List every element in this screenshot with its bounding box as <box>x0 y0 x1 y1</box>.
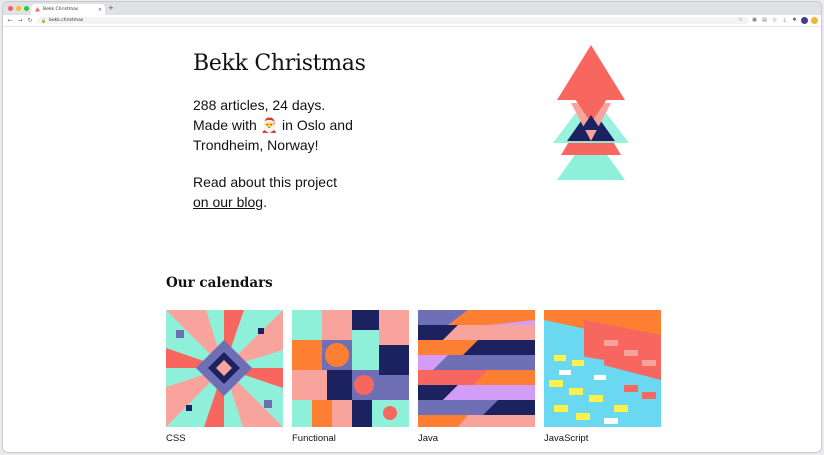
extension-icon-4[interactable] <box>811 17 818 24</box>
puzzle-icon[interactable]: ✱ <box>791 17 798 24</box>
close-window-button[interactable] <box>8 6 13 11</box>
about-link-line: on our blog. <box>193 192 383 212</box>
calendars-heading: Our calendars <box>166 275 273 291</box>
calendar-list: CSS Functional Java JavaScript <box>166 310 661 444</box>
extension-icon-3[interactable]: ◇ <box>771 17 778 24</box>
calendar-label-functional: Functional <box>292 433 336 444</box>
download-icon[interactable]: ⤓ <box>781 17 788 24</box>
maximize-window-button[interactable] <box>24 6 29 11</box>
lock-icon: 🔒 <box>41 18 46 23</box>
browser-window: Bekk Christmas × + ← → ↻ 🔒 bekk.christma… <box>2 1 822 453</box>
intro-line-2: Made with 🎅 in Oslo and <box>193 115 383 135</box>
christmas-tree-logo-icon <box>553 45 629 180</box>
about-text: Read about this project on our blog. <box>193 172 383 212</box>
extension-icon-2[interactable]: ▤ <box>761 17 768 24</box>
about-line: Read about this project <box>193 174 337 190</box>
bookmark-star-icon[interactable]: ☆ <box>737 17 744 24</box>
calendar-card-functional[interactable]: Functional <box>292 310 409 444</box>
intro-line-1: 288 articles, 24 days. <box>193 97 326 113</box>
minimize-window-button[interactable] <box>16 6 21 11</box>
calendar-card-css[interactable]: CSS <box>166 310 283 444</box>
santa-emoji-icon: 🎅 <box>260 117 279 133</box>
extension-icon-1[interactable]: ▣ <box>751 17 758 24</box>
bekk-favicon-icon <box>35 7 40 12</box>
about-period: . <box>263 194 267 210</box>
new-tab-button[interactable]: + <box>108 4 114 13</box>
calendar-card-javascript[interactable]: JavaScript <box>544 310 661 444</box>
forward-icon[interactable]: → <box>15 17 25 24</box>
browser-toolbar: ← → ↻ 🔒 bekk.christmas ☆ ▣ ▤ ◇ ⤓ ✱ <box>3 15 821 27</box>
javascript-calendar-image <box>544 310 661 427</box>
intro-line-3: Trondheim, Norway! <box>193 137 319 153</box>
intro-line-2-pre: Made with <box>193 117 261 133</box>
window-controls <box>8 6 29 11</box>
back-icon[interactable]: ← <box>5 17 15 24</box>
tab-bar: Bekk Christmas × + <box>3 2 821 15</box>
intro-line-2-post: in Oslo and <box>278 117 353 133</box>
tab-close-icon[interactable]: × <box>97 7 103 13</box>
reload-icon[interactable]: ↻ <box>25 17 35 24</box>
profile-avatar[interactable] <box>801 17 808 24</box>
url-text: bekk.christmas <box>48 18 84 23</box>
calendar-label-css: CSS <box>166 433 186 444</box>
address-bar[interactable]: 🔒 bekk.christmas <box>37 17 749 24</box>
calendar-card-java[interactable]: Java <box>418 310 535 444</box>
page-title: Bekk Christmas <box>193 51 366 76</box>
browser-tab[interactable]: Bekk Christmas × <box>31 4 105 15</box>
functional-calendar-image <box>292 310 409 427</box>
tab-title: Bekk Christmas <box>43 7 79 12</box>
css-calendar-image <box>166 310 283 427</box>
calendar-label-javascript: JavaScript <box>544 433 589 444</box>
blog-link[interactable]: on our blog <box>193 194 263 210</box>
calendar-label-java: Java <box>418 433 439 444</box>
intro-text: 288 articles, 24 days. Made with 🎅 in Os… <box>193 95 383 155</box>
tree-coral-top <box>557 45 625 100</box>
page-content: Bekk Christmas 288 articles, 24 days. Ma… <box>3 27 821 452</box>
java-calendar-image <box>418 310 535 427</box>
